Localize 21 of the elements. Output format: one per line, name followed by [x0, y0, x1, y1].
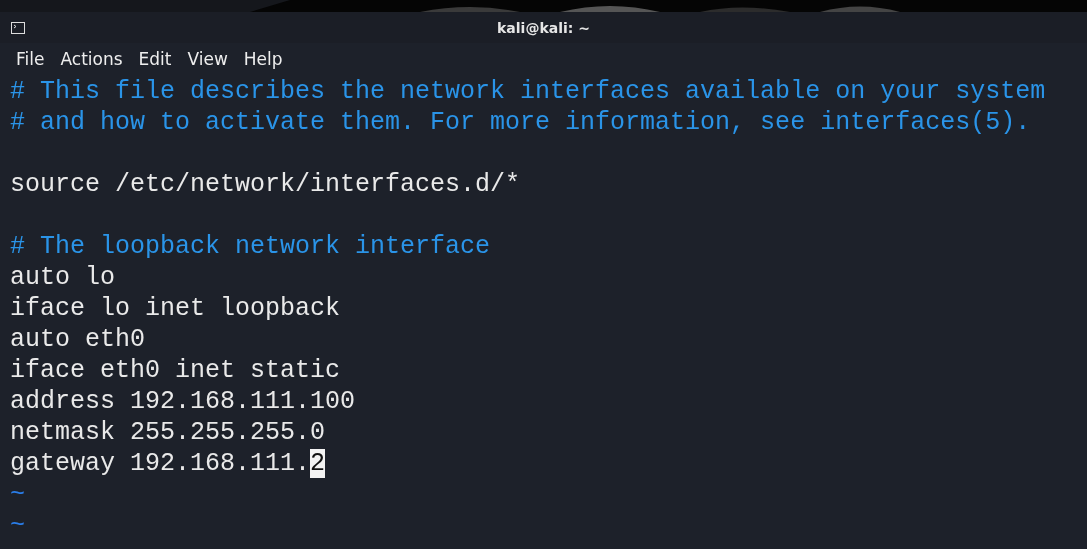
terminal-icon — [11, 21, 25, 34]
code-line: netmask 255.255.255.0 — [10, 418, 326, 447]
empty-line-marker: ~ — [10, 511, 25, 540]
menu-item[interactable]: File — [10, 48, 53, 69]
code-line: gateway 192.168.111. — [10, 449, 311, 478]
comment-line: # The loopback network interface — [10, 232, 491, 261]
code-line: address 192.168.111.100 — [10, 387, 356, 416]
menu-item[interactable]: View — [179, 48, 236, 69]
code-line: iface lo inet loopback — [10, 294, 341, 323]
menu-item[interactable]: Edit — [130, 48, 180, 69]
text-cursor: 2 — [310, 449, 326, 478]
code-line: auto lo — [10, 263, 116, 292]
code-line: iface eth0 inet static — [10, 356, 341, 385]
comment-line: # This file describes the network interfaces available on your system — [10, 77, 1046, 106]
window-title: kali@kali: ~ — [497, 19, 590, 36]
code-line: auto eth0 — [10, 325, 146, 354]
empty-line-marker: ~ — [10, 480, 25, 509]
menu-item[interactable]: Actions — [52, 48, 131, 69]
code-line: source /etc/network/interfaces.d/* — [10, 170, 521, 199]
menu-item[interactable]: Help — [235, 48, 291, 69]
comment-line: # and how to activate them. For more information, see interfaces(5). — [10, 108, 1031, 137]
